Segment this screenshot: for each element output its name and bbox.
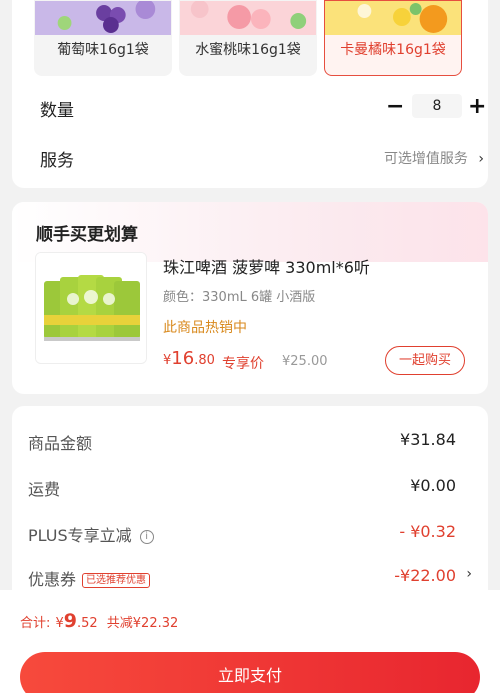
- total-reduce-text: 共减¥22.32: [106, 616, 179, 631]
- product-image[interactable]: [35, 252, 147, 364]
- product-price: ¥16.80: [163, 348, 215, 369]
- order-summary-card: 商品金额 ¥31.84 运费 ¥0.00 PLUS专享立减 i - ¥0.32 优…: [12, 406, 488, 606]
- quantity-row: 数量 − 8 +: [40, 92, 486, 122]
- coupon-label: 优惠券: [28, 570, 77, 589]
- service-hint-text: 可选增值服务: [383, 151, 468, 167]
- beer-cans-icon: [36, 253, 146, 363]
- shipping-row: 运费 ¥0.00: [28, 474, 472, 500]
- pay-now-button[interactable]: 立即支付: [20, 652, 480, 693]
- variant-peach[interactable]: 水蜜桃味16g1袋: [179, 0, 317, 76]
- recommend-card: 顺手买更划算 珠江啤酒 菠萝啤 330ml*6听 颜色：330mL 6罐 小酒版…: [12, 202, 488, 394]
- service-row[interactable]: 服务 可选增值服务 ›: [40, 142, 484, 172]
- variant-peach-thumbnail: [180, 1, 316, 35]
- coupon-value: -¥22.00: [394, 566, 456, 585]
- product-price-integer: 16: [171, 348, 195, 369]
- quantity-increase-button[interactable]: +: [468, 94, 486, 119]
- variant-grape-label: 葡萄味16g1袋: [57, 42, 149, 58]
- variant-calamansi[interactable]: 卡曼橘味16g1袋: [324, 0, 462, 76]
- info-icon[interactable]: i: [139, 529, 154, 544]
- sku-options-card: 葡萄味16g1袋 水蜜桃味16g1袋 卡曼橘味16g1袋 数量 − 8 + 服务: [12, 0, 488, 188]
- total-decimal: .52: [77, 616, 98, 631]
- plus-discount-label-wrap: PLUS专享立减 i: [28, 522, 154, 546]
- shipping-label: 运费: [28, 480, 61, 499]
- coupon-label-wrap: 优惠券 已选推荐优惠: [28, 566, 151, 590]
- total-integer: 9: [63, 610, 77, 632]
- service-hint: 可选增值服务 ›: [384, 148, 484, 168]
- product-hot-label: 此商品热销中: [163, 320, 247, 336]
- coupon-row[interactable]: 优惠券 已选推荐优惠 -¥22.00 ›: [28, 564, 472, 590]
- buy-together-button[interactable]: 一起购买: [385, 346, 465, 375]
- variant-grape-thumbnail: [35, 1, 171, 35]
- chevron-right-icon: ›: [478, 151, 484, 167]
- recommend-title: 顺手买更划算: [36, 225, 138, 245]
- goods-amount-row: 商品金额 ¥31.84: [28, 428, 472, 454]
- variant-peach-label: 水蜜桃味16g1袋: [195, 42, 301, 58]
- goods-amount-label: 商品金额: [28, 434, 93, 453]
- plus-discount-row: PLUS专享立减 i - ¥0.32: [28, 520, 472, 546]
- product-original-price: ¥25.00: [282, 354, 328, 369]
- variant-calamansi-label: 卡曼橘味16g1袋: [340, 42, 446, 58]
- product-name[interactable]: 珠江啤酒 菠萝啤 330ml*6听: [163, 254, 370, 278]
- product-price-decimal: .80: [194, 353, 215, 368]
- checkout-bar: 合计: ¥9.52 共减¥22.32 立即支付: [0, 590, 500, 693]
- total-label: 合计:: [20, 616, 51, 631]
- product-spec: 颜色：330mL 6罐 小酒版: [163, 290, 316, 305]
- variant-grape[interactable]: 葡萄味16g1袋: [34, 0, 172, 76]
- variant-calamansi-thumbnail: [325, 1, 461, 35]
- product-price-tag: 专享价: [222, 356, 264, 372]
- variant-list: 葡萄味16g1袋 水蜜桃味16g1袋 卡曼橘味16g1袋: [34, 0, 470, 78]
- plus-discount-label: PLUS专享立减: [28, 526, 132, 545]
- coupon-badge: 已选推荐优惠: [82, 573, 151, 588]
- plus-discount-value: - ¥0.32: [399, 522, 456, 541]
- quantity-decrease-button[interactable]: −: [386, 94, 404, 119]
- service-label: 服务: [40, 151, 74, 171]
- shipping-value: ¥0.00: [410, 476, 456, 495]
- total-line: 合计: ¥9.52 共减¥22.32: [20, 610, 178, 632]
- total-currency: ¥: [55, 616, 64, 631]
- chevron-right-icon: ›: [466, 566, 472, 582]
- quantity-input[interactable]: 8: [412, 94, 462, 118]
- goods-amount-value: ¥31.84: [400, 430, 456, 449]
- quantity-label: 数量: [40, 101, 74, 121]
